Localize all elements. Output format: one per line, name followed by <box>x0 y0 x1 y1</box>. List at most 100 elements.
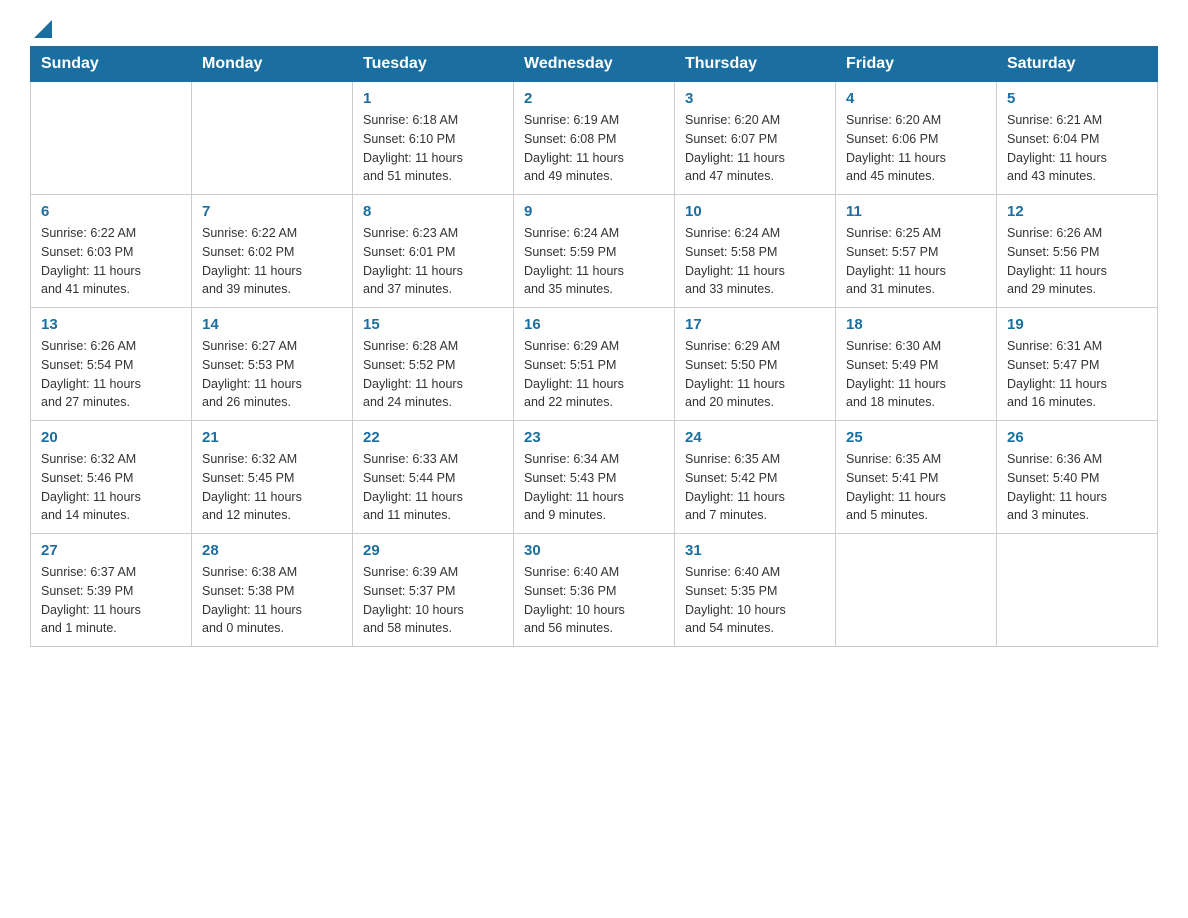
day-info: Sunrise: 6:25 AMSunset: 5:57 PMDaylight:… <box>846 224 986 299</box>
day-header-thursday: Thursday <box>675 47 836 82</box>
day-info: Sunrise: 6:29 AMSunset: 5:51 PMDaylight:… <box>524 337 664 412</box>
day-info: Sunrise: 6:24 AMSunset: 5:59 PMDaylight:… <box>524 224 664 299</box>
calendar-cell: 25Sunrise: 6:35 AMSunset: 5:41 PMDayligh… <box>836 421 997 534</box>
day-info: Sunrise: 6:30 AMSunset: 5:49 PMDaylight:… <box>846 337 986 412</box>
day-header-wednesday: Wednesday <box>514 47 675 82</box>
calendar-cell: 21 Sunrise: 6:32 AMSunset: 5:45 PMDayligh… <box>192 421 353 534</box>
calendar-cell: 15 Sunrise: 6:28 AMSunset: 5:52 PMDayligh… <box>353 308 514 421</box>
day-header-saturday: Saturday <box>997 47 1158 82</box>
day-number: 31 <box>685 542 825 559</box>
calendar-cell: 16 Sunrise: 6:29 AMSunset: 5:51 PMDayligh… <box>514 308 675 421</box>
calendar-cell: 4 Sunrise: 6:20 AMSunset: 6:06 PMDaylight… <box>836 82 997 195</box>
week-row-3: 13Sunrise: 6:26 AMSunset: 5:54 PMDayligh… <box>31 308 1158 421</box>
day-number: 29 <box>363 542 503 559</box>
day-number: 26 <box>1007 429 1147 446</box>
day-info: Sunrise: 6:20 AMSunset: 6:07 PMDaylight:… <box>685 111 825 186</box>
calendar-cell: 22Sunrise: 6:33 AMSunset: 5:44 PMDayligh… <box>353 421 514 534</box>
calendar-cell: 14Sunrise: 6:27 AMSunset: 5:53 PMDayligh… <box>192 308 353 421</box>
day-info: Sunrise: 6:18 AMSunset: 6:10 PMDaylight:… <box>363 111 503 186</box>
day-info: Sunrise: 6:26 AMSunset: 5:56 PMDaylight:… <box>1007 224 1147 299</box>
week-row-2: 6Sunrise: 6:22 AMSunset: 6:03 PMDaylight… <box>31 195 1158 308</box>
calendar-cell: 5 Sunrise: 6:21 AMSunset: 6:04 PMDaylight… <box>997 82 1158 195</box>
day-info: Sunrise: 6:22 AMSunset: 6:03 PMDaylight:… <box>41 224 181 299</box>
day-info: Sunrise: 6:40 AMSunset: 5:36 PMDaylight:… <box>524 563 664 638</box>
calendar-cell: 3 Sunrise: 6:20 AMSunset: 6:07 PMDaylight… <box>675 82 836 195</box>
calendar-cell: 10 Sunrise: 6:24 AMSunset: 5:58 PMDayligh… <box>675 195 836 308</box>
day-info: Sunrise: 6:39 AMSunset: 5:37 PMDaylight:… <box>363 563 503 638</box>
calendar-cell: 12 Sunrise: 6:26 AMSunset: 5:56 PMDayligh… <box>997 195 1158 308</box>
day-number: 2 <box>524 90 664 107</box>
day-number: 12 <box>1007 203 1147 220</box>
day-info: Sunrise: 6:29 AMSunset: 5:50 PMDaylight:… <box>685 337 825 412</box>
day-number: 23 <box>524 429 664 446</box>
day-number: 10 <box>685 203 825 220</box>
calendar-cell <box>31 82 192 195</box>
day-number: 27 <box>41 542 181 559</box>
logo-general <box>30 20 52 40</box>
day-info: Sunrise: 6:27 AMSunset: 5:53 PMDaylight:… <box>202 337 342 412</box>
calendar-cell: 28 Sunrise: 6:38 AMSunset: 5:38 PMDayligh… <box>192 534 353 647</box>
calendar-cell <box>997 534 1158 647</box>
day-number: 17 <box>685 316 825 333</box>
calendar-cell: 31 Sunrise: 6:40 AMSunset: 5:35 PMDayligh… <box>675 534 836 647</box>
calendar-cell: 13Sunrise: 6:26 AMSunset: 5:54 PMDayligh… <box>31 308 192 421</box>
day-info: Sunrise: 6:24 AMSunset: 5:58 PMDaylight:… <box>685 224 825 299</box>
day-info: Sunrise: 6:37 AMSunset: 5:39 PMDaylight:… <box>41 563 181 638</box>
day-info: Sunrise: 6:19 AMSunset: 6:08 PMDaylight:… <box>524 111 664 186</box>
calendar-table: SundayMondayTuesdayWednesdayThursdayFrid… <box>30 46 1158 647</box>
calendar-cell: 17 Sunrise: 6:29 AMSunset: 5:50 PMDayligh… <box>675 308 836 421</box>
day-number: 20 <box>41 429 181 446</box>
calendar-cell: 29 Sunrise: 6:39 AMSunset: 5:37 PMDayligh… <box>353 534 514 647</box>
day-number: 19 <box>1007 316 1147 333</box>
day-number: 28 <box>202 542 342 559</box>
day-header-sunday: Sunday <box>31 47 192 82</box>
day-number: 30 <box>524 542 664 559</box>
week-row-1: 1 Sunrise: 6:18 AMSunset: 6:10 PMDaylight… <box>31 82 1158 195</box>
day-info: Sunrise: 6:34 AMSunset: 5:43 PMDaylight:… <box>524 450 664 525</box>
calendar-cell: 2 Sunrise: 6:19 AMSunset: 6:08 PMDaylight… <box>514 82 675 195</box>
calendar-cell <box>192 82 353 195</box>
day-number: 5 <box>1007 90 1147 107</box>
page-header <box>30 20 1158 36</box>
calendar-cell: 26Sunrise: 6:36 AMSunset: 5:40 PMDayligh… <box>997 421 1158 534</box>
day-info: Sunrise: 6:22 AMSunset: 6:02 PMDaylight:… <box>202 224 342 299</box>
day-number: 22 <box>363 429 503 446</box>
day-number: 18 <box>846 316 986 333</box>
day-number: 8 <box>363 203 503 220</box>
day-info: Sunrise: 6:35 AMSunset: 5:41 PMDaylight:… <box>846 450 986 525</box>
day-number: 15 <box>363 316 503 333</box>
day-number: 9 <box>524 203 664 220</box>
week-row-5: 27 Sunrise: 6:37 AMSunset: 5:39 PMDayligh… <box>31 534 1158 647</box>
calendar-cell: 8Sunrise: 6:23 AMSunset: 6:01 PMDaylight… <box>353 195 514 308</box>
day-number: 24 <box>685 429 825 446</box>
day-number: 4 <box>846 90 986 107</box>
day-info: Sunrise: 6:28 AMSunset: 5:52 PMDaylight:… <box>363 337 503 412</box>
day-info: Sunrise: 6:35 AMSunset: 5:42 PMDaylight:… <box>685 450 825 525</box>
logo <box>30 20 52 36</box>
week-row-4: 20Sunrise: 6:32 AMSunset: 5:46 PMDayligh… <box>31 421 1158 534</box>
day-number: 13 <box>41 316 181 333</box>
day-header-monday: Monday <box>192 47 353 82</box>
day-info: Sunrise: 6:20 AMSunset: 6:06 PMDaylight:… <box>846 111 986 186</box>
day-info: Sunrise: 6:38 AMSunset: 5:38 PMDaylight:… <box>202 563 342 638</box>
day-number: 21 <box>202 429 342 446</box>
calendar-cell: 23 Sunrise: 6:34 AMSunset: 5:43 PMDayligh… <box>514 421 675 534</box>
day-number: 16 <box>524 316 664 333</box>
day-info: Sunrise: 6:32 AMSunset: 5:45 PMDaylight:… <box>202 450 342 525</box>
calendar-cell: 6Sunrise: 6:22 AMSunset: 6:03 PMDaylight… <box>31 195 192 308</box>
calendar-cell: 20Sunrise: 6:32 AMSunset: 5:46 PMDayligh… <box>31 421 192 534</box>
day-info: Sunrise: 6:31 AMSunset: 5:47 PMDaylight:… <box>1007 337 1147 412</box>
day-info: Sunrise: 6:40 AMSunset: 5:35 PMDaylight:… <box>685 563 825 638</box>
day-header-tuesday: Tuesday <box>353 47 514 82</box>
day-number: 11 <box>846 203 986 220</box>
calendar-cell: 24 Sunrise: 6:35 AMSunset: 5:42 PMDayligh… <box>675 421 836 534</box>
logo-arrow-icon <box>34 20 52 38</box>
calendar-cell: 18 Sunrise: 6:30 AMSunset: 5:49 PMDayligh… <box>836 308 997 421</box>
day-number: 3 <box>685 90 825 107</box>
calendar-header-row: SundayMondayTuesdayWednesdayThursdayFrid… <box>31 47 1158 82</box>
day-number: 1 <box>363 90 503 107</box>
calendar-cell <box>836 534 997 647</box>
day-info: Sunrise: 6:21 AMSunset: 6:04 PMDaylight:… <box>1007 111 1147 186</box>
calendar-cell: 1 Sunrise: 6:18 AMSunset: 6:10 PMDaylight… <box>353 82 514 195</box>
calendar-cell: 7Sunrise: 6:22 AMSunset: 6:02 PMDaylight… <box>192 195 353 308</box>
